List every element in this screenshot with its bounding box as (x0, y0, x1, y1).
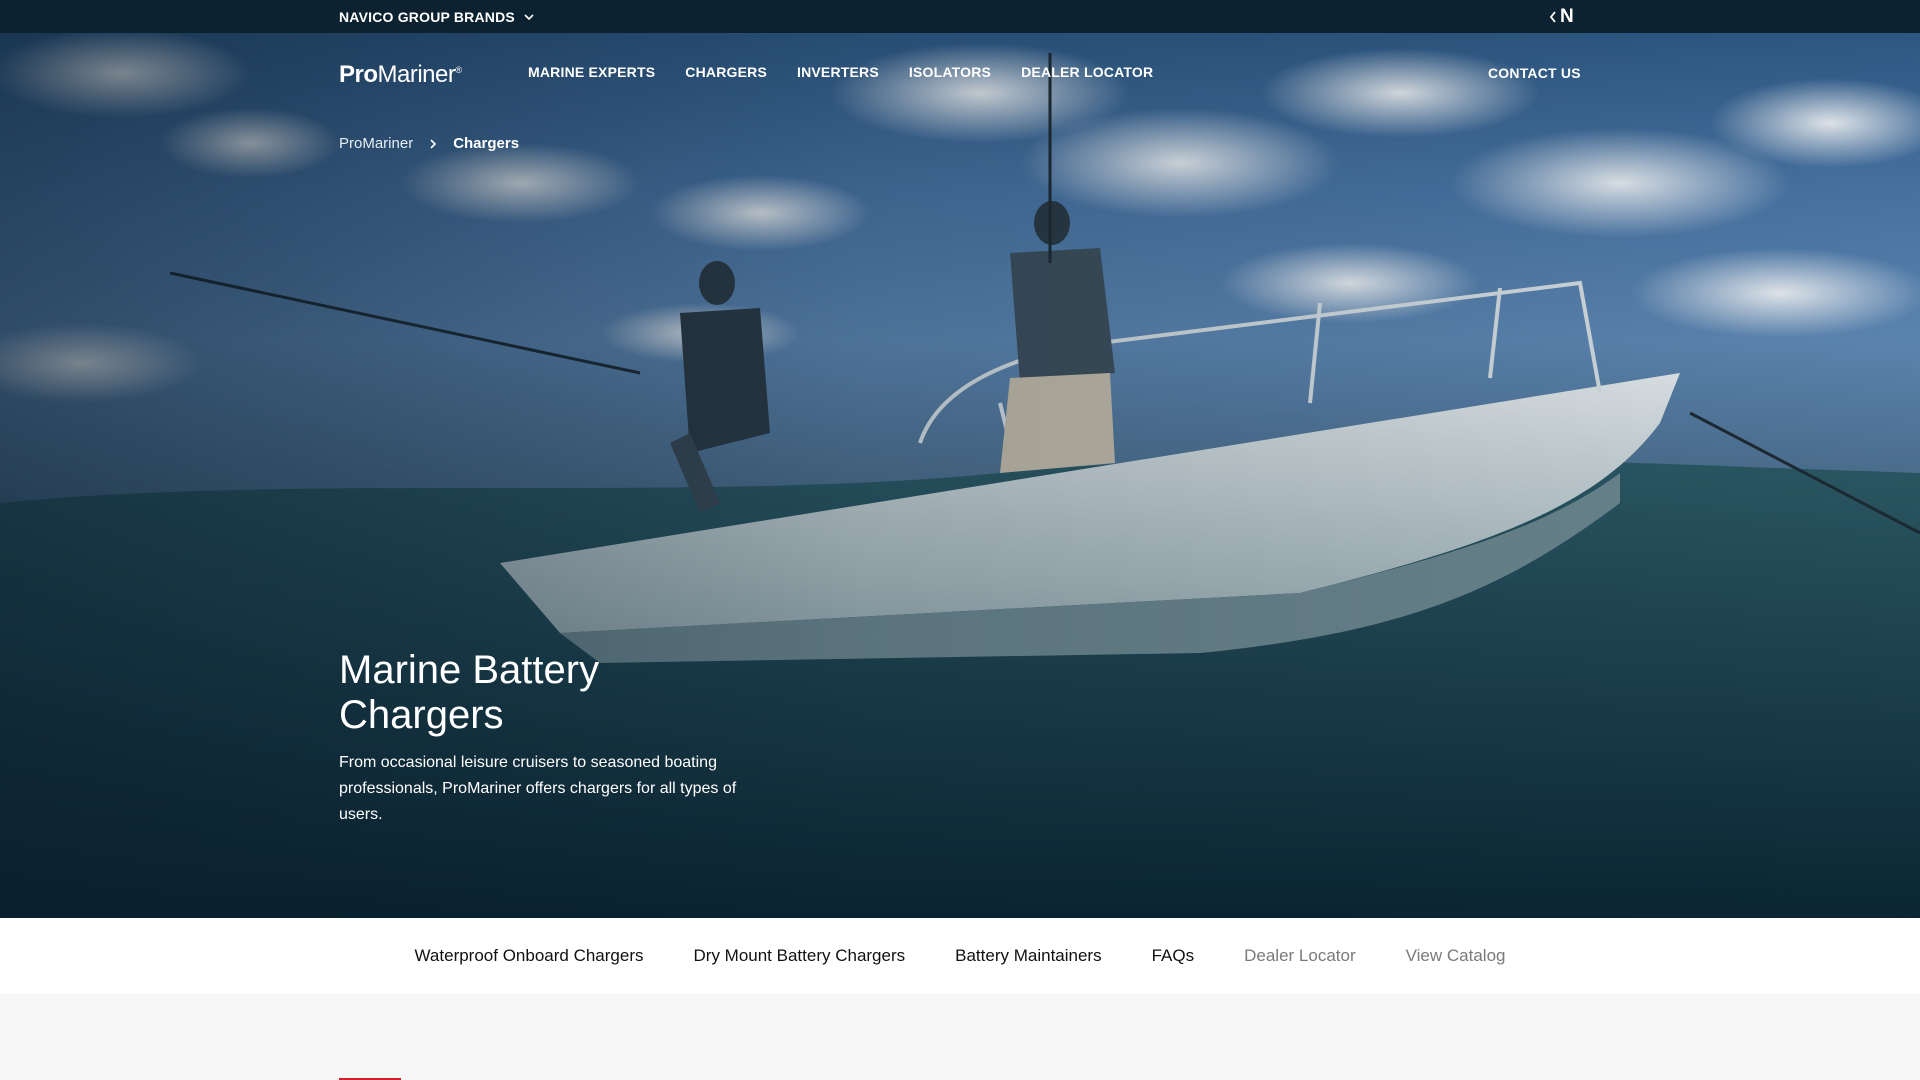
nav-chargers[interactable]: CHARGERS (685, 64, 767, 80)
hero-description: From occasional leisure cruisers to seas… (339, 754, 737, 823)
breadcrumb: ProMariner Chargers (339, 135, 519, 152)
group-brands-label: NAVICO GROUP BRANDS (339, 8, 515, 25)
chevron-left-icon (1549, 10, 1556, 23)
chevron-down-icon (524, 13, 534, 20)
nav-marine-experts[interactable]: MARINE EXPERTS (528, 64, 655, 80)
nav-inverters[interactable]: INVERTERS (797, 64, 879, 80)
logo-pro: Pro (339, 61, 378, 88)
subnav-waterproof-onboard-chargers[interactable]: Waterproof Onboard Chargers (415, 946, 644, 966)
page-title: Marine Battery Chargers (339, 648, 600, 737)
promariner-logo[interactable]: ProMariner® (339, 61, 462, 89)
main-header: ProMariner® MARINE EXPERTS CHARGERS INVE… (0, 33, 1920, 113)
chevron-right-icon (430, 138, 437, 149)
primary-nav: MARINE EXPERTS CHARGERS INVERTERS ISOLAT… (528, 64, 1153, 80)
subnav-battery-maintainers[interactable]: Battery Maintainers (955, 946, 1101, 966)
subnav-dealer-locator[interactable]: Dealer Locator (1244, 946, 1356, 966)
navico-logo-letter: N (1560, 5, 1574, 27)
breadcrumb-home[interactable]: ProMariner (339, 135, 413, 152)
subnav-view-catalog[interactable]: View Catalog (1406, 946, 1506, 966)
logo-mariner: Mariner (377, 61, 456, 88)
subnav-faqs[interactable]: FAQs (1152, 946, 1195, 966)
section-nav: Waterproof Onboard Chargers Dry Mount Ba… (0, 918, 1920, 994)
hero-image (0, 33, 1920, 918)
content-area (0, 994, 1920, 1080)
logo-registered: ® (455, 65, 462, 75)
group-brands-dropdown[interactable]: NAVICO GROUP BRANDS (339, 0, 535, 33)
nav-dealer-locator[interactable]: DEALER LOCATOR (1021, 64, 1153, 80)
nav-isolators[interactable]: ISOLATORS (909, 64, 991, 80)
hero-overlay (0, 33, 1920, 918)
navico-logo[interactable]: N (1548, 0, 1574, 33)
group-brands-bar: NAVICO GROUP BRANDS N (0, 0, 1920, 33)
breadcrumb-current: Chargers (453, 135, 520, 152)
subnav-dry-mount-battery-chargers[interactable]: Dry Mount Battery Chargers (694, 946, 906, 966)
contact-us-link[interactable]: CONTACT US (1488, 65, 1581, 81)
